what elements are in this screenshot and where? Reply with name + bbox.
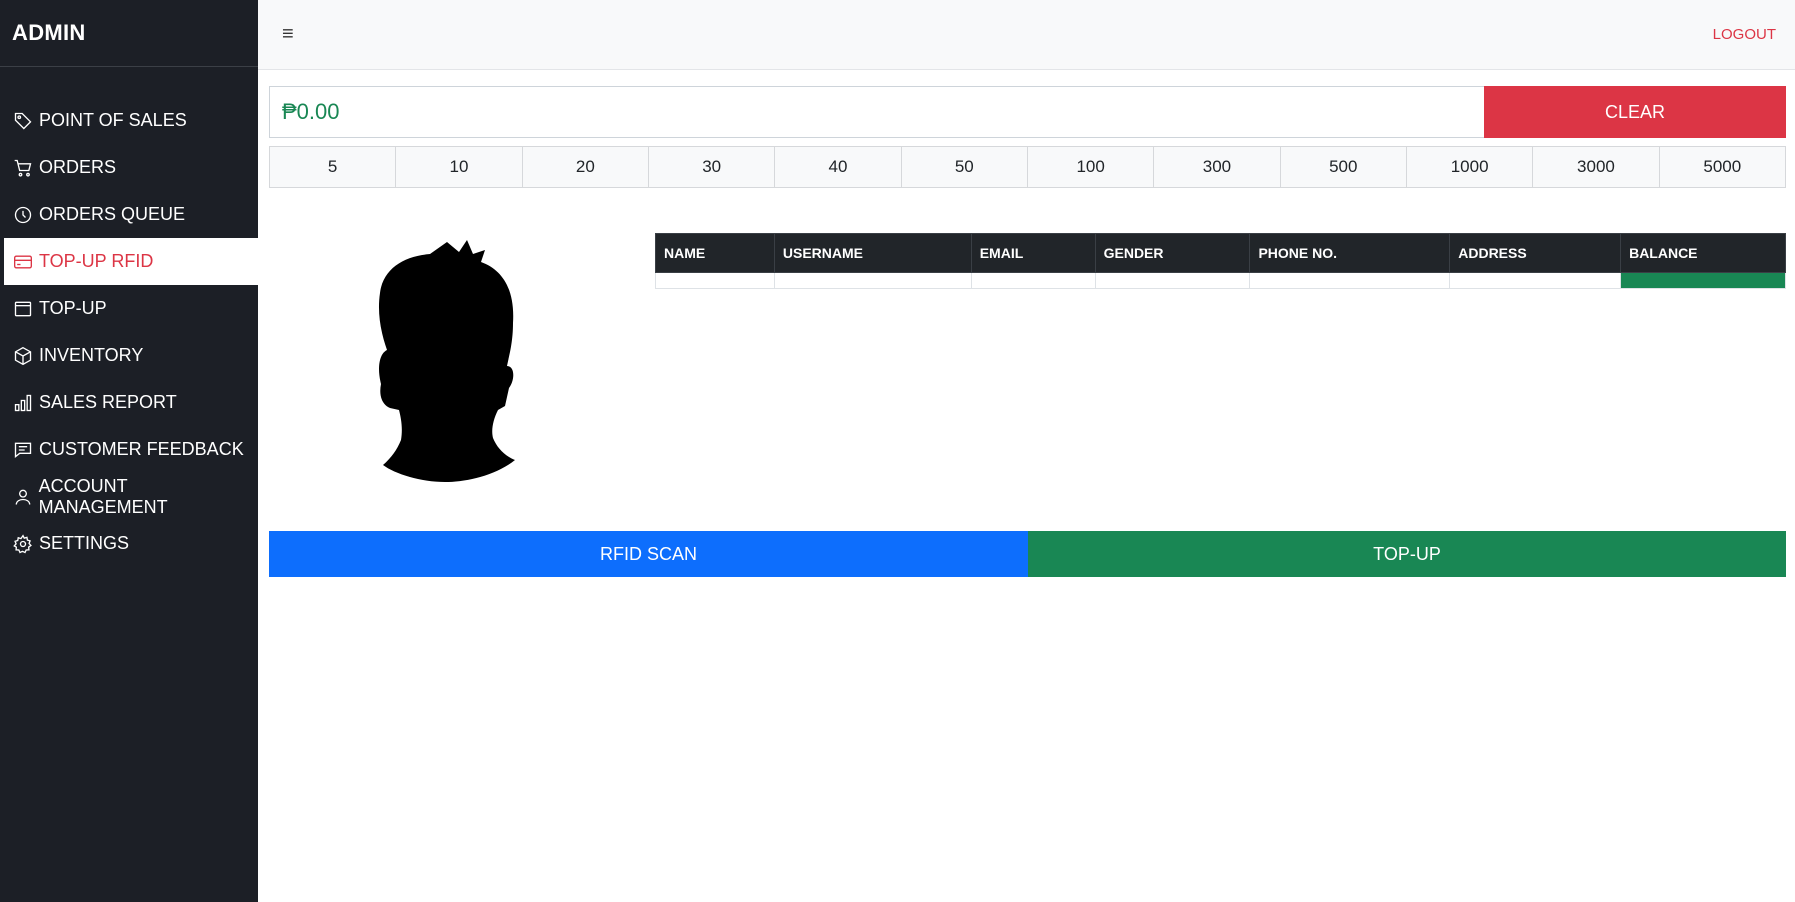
denomination-button[interactable]: 300	[1153, 146, 1281, 188]
sidebar-item-label: ACCOUNT MANAGEMENT	[38, 475, 168, 517]
bar-chart-icon	[12, 392, 34, 414]
cell-balance	[1620, 272, 1786, 289]
box-icon	[12, 345, 34, 367]
column-header-username: USERNAME	[773, 233, 972, 273]
denomination-button[interactable]: 1000	[1405, 146, 1534, 188]
table-row	[655, 272, 1786, 289]
cart-icon	[12, 157, 34, 179]
denomination-button[interactable]: 500	[1279, 146, 1407, 188]
sidebar-item-account-management[interactable]: ACCOUNT MANAGEMENT	[0, 473, 258, 520]
denomination-button[interactable]: 10	[395, 146, 523, 188]
sidebar-item-orders[interactable]: ORDERS	[0, 144, 258, 191]
brand-title: ADMIN	[0, 0, 258, 67]
cell-address	[1449, 272, 1622, 289]
table-header-row: NAME USERNAME EMAIL GENDER PHONE NO. ADD…	[655, 233, 1786, 273]
sidebar-item-sales-report[interactable]: SALES REPORT	[0, 379, 258, 426]
column-header-balance: BALANCE	[1620, 233, 1786, 273]
denomination-button[interactable]: 30	[647, 146, 776, 188]
cell-username	[773, 272, 972, 289]
sidebar-item-settings[interactable]: SETTINGS	[0, 520, 258, 567]
sidebar-item-label: INVENTORY	[39, 345, 144, 365]
logout-link[interactable]: LOGOUT	[1713, 26, 1776, 43]
menu-icon[interactable]: ≡	[282, 23, 294, 46]
cell-email	[970, 272, 1096, 289]
sidebar-item-customer-feedback[interactable]: CUSTOMER FEEDBACK	[0, 426, 258, 473]
denomination-buttons: 5 10 20 30 40 50 100 300 500 1000 3000 5…	[269, 146, 1786, 188]
cell-gender	[1094, 272, 1251, 289]
denomination-button[interactable]: 3000	[1532, 146, 1660, 188]
denomination-button[interactable]: 50	[900, 146, 1028, 188]
window-icon	[12, 298, 34, 320]
chat-icon	[12, 439, 34, 461]
sidebar-item-label: CUSTOMER FEEDBACK	[39, 439, 244, 459]
sidebar-nav: POINT OF SALES ORDERS ORDERS QUEUE TOP-U…	[0, 97, 258, 567]
column-header-gender: GENDER	[1094, 233, 1251, 273]
denomination-button[interactable]: 5	[269, 146, 397, 188]
sidebar-item-orders-queue[interactable]: ORDERS QUEUE	[0, 191, 258, 238]
sidebar-item-inventory[interactable]: INVENTORY	[0, 332, 258, 379]
credit-card-icon	[12, 251, 34, 273]
cell-phone	[1249, 272, 1451, 289]
clock-icon	[12, 204, 34, 226]
denomination-button[interactable]: 40	[774, 146, 902, 188]
sidebar-item-top-up[interactable]: TOP-UP	[0, 285, 258, 332]
sidebar-item-label: ORDERS	[39, 157, 117, 177]
sidebar-item-label: SETTINGS	[39, 533, 130, 553]
user-table: NAME USERNAME EMAIL GENDER PHONE NO. ADD…	[655, 233, 1786, 289]
denomination-button[interactable]: 100	[1026, 146, 1155, 188]
cell-name	[655, 272, 775, 289]
denomination-button[interactable]: 5000	[1658, 146, 1786, 188]
sidebar-item-point-of-sales[interactable]: POINT OF SALES	[0, 97, 258, 144]
sidebar-item-label: ORDERS QUEUE	[39, 204, 186, 224]
person-icon	[12, 486, 34, 508]
sidebar-item-label: TOP-UP RFID	[39, 251, 154, 271]
column-header-email: EMAIL	[970, 233, 1096, 273]
amount-input[interactable]	[269, 86, 1484, 138]
sidebar: ADMIN POINT OF SALES ORDERS ORDERS QUEUE…	[0, 0, 258, 902]
denomination-button[interactable]: 20	[521, 146, 649, 188]
sidebar-item-top-up-rfid[interactable]: TOP-UP RFID	[4, 238, 258, 285]
sidebar-item-label: SALES REPORT	[39, 392, 177, 412]
sidebar-item-label: TOP-UP	[39, 298, 107, 318]
avatar	[378, 240, 515, 482]
column-header-address: ADDRESS	[1449, 233, 1622, 273]
rfid-scan-button[interactable]: RFID SCAN	[269, 531, 1028, 577]
column-header-phone: PHONE NO.	[1249, 233, 1451, 273]
clear-button[interactable]: CLEAR	[1484, 86, 1786, 138]
amount-row: CLEAR	[269, 86, 1786, 138]
topbar: ≡ LOGOUT	[258, 0, 1795, 70]
gear-icon	[12, 533, 34, 555]
top-up-button[interactable]: TOP-UP	[1028, 531, 1786, 577]
action-row: RFID SCAN TOP-UP	[269, 531, 1786, 577]
column-header-name: NAME	[655, 233, 775, 273]
tag-icon	[12, 110, 34, 132]
sidebar-item-label: POINT OF SALES	[39, 110, 187, 130]
